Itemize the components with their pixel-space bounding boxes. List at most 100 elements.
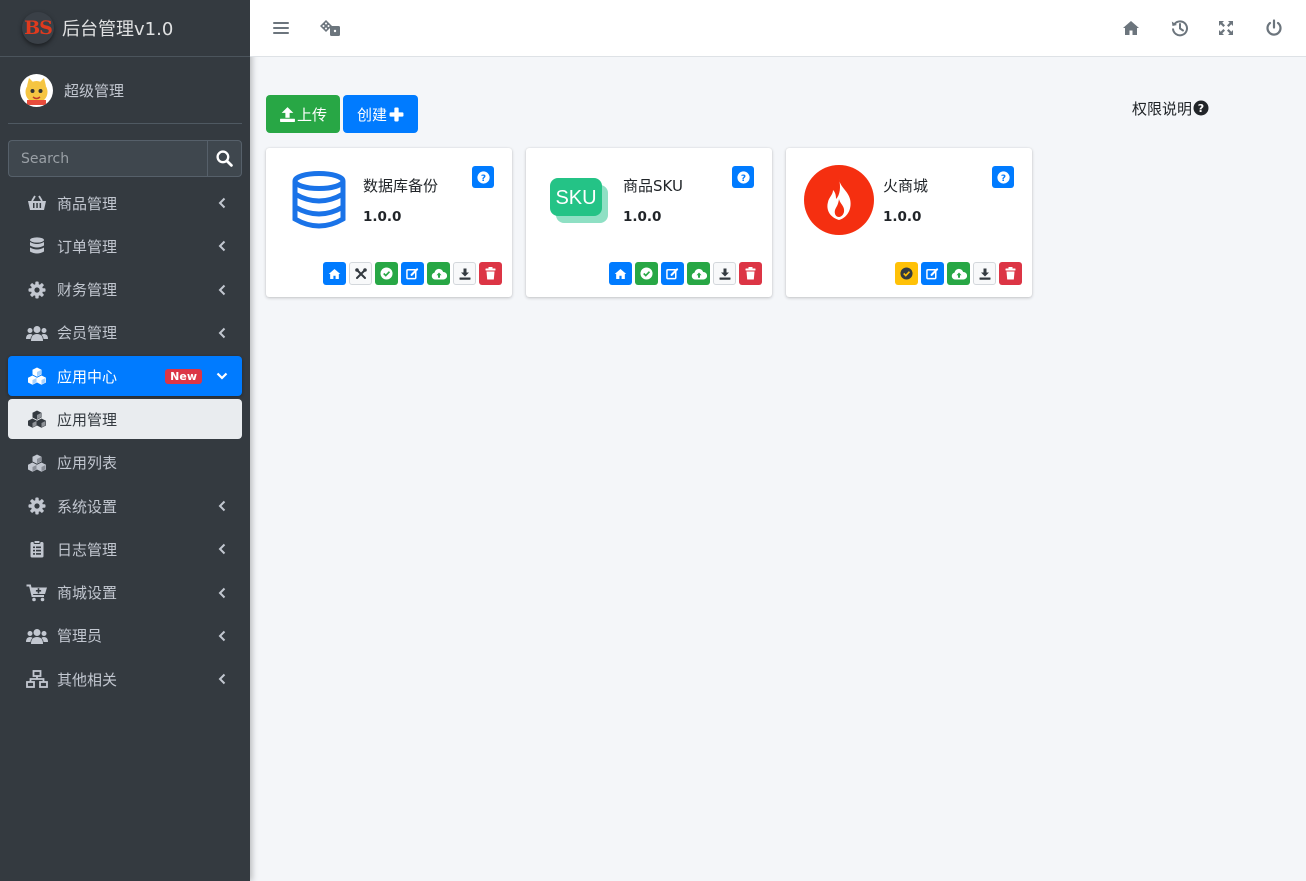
app-home-button[interactable] [323,262,346,285]
tools-icon [354,267,367,279]
upload-icon [280,106,295,122]
app-tools-button[interactable] [349,262,372,285]
create-button[interactable]: 创建 [343,95,418,133]
sidebar-item-finance[interactable]: 财务管理 [8,270,242,310]
sidebar-item-label: 订单管理 [57,237,118,256]
home-icon [614,268,627,279]
sidebar-item-others[interactable]: 其他相关 [8,659,242,699]
app-delete-button[interactable] [739,262,762,285]
svg-text:?: ? [480,173,485,183]
sidebar-item-goods[interactable]: 商品管理 [8,183,242,223]
sidebar-nav: 商品管理 订单管理 财务管理 会员管理 应用中心 New 应用管理 应用列表 系… [0,183,250,699]
sidebar-item-system-settings[interactable]: 系统设置 [8,486,242,526]
app-actions [895,262,1022,285]
chevron-left-icon [216,543,228,555]
app-home-button[interactable] [609,262,632,285]
user-panel[interactable]: 超级管理 [8,57,242,124]
edit-icon [666,268,679,280]
sidebar-item-members[interactable]: 会员管理 [8,313,242,353]
brand-title: 后台管理v1.0 [62,19,174,40]
chevron-left-icon [216,284,228,296]
download-icon [459,268,470,280]
app-actions [609,262,762,285]
app-enable-button[interactable] [375,262,398,285]
app-help-button[interactable]: ? [472,166,494,188]
top-navbar [250,0,1306,57]
app-upload-button[interactable] [687,262,710,285]
app-download-button[interactable] [453,262,476,285]
cart-plus-icon [26,583,48,603]
logout-button[interactable] [1263,17,1285,39]
chevron-left-icon [216,240,228,252]
upload-label: 上传 [296,105,327,124]
app-enable-button[interactable] [635,262,658,285]
app-edit-button[interactable] [661,262,684,285]
history-button[interactable] [1169,17,1191,39]
permission-help-link[interactable]: 权限说明 ? [1132,97,1209,119]
question-circle-icon: ? [476,170,490,183]
home-icon [328,268,341,279]
app-delete-button[interactable] [999,262,1022,285]
download-icon [719,268,730,280]
app-title: 火商城 [883,177,929,195]
database-icon [26,236,48,256]
permission-label: 权限说明 [1132,99,1193,118]
search-input[interactable] [8,140,207,177]
sidebar-item-orders[interactable]: 订单管理 [8,226,242,266]
upload-button[interactable]: 上传 [266,95,340,133]
dice-button[interactable] [319,17,341,39]
sidebar-item-shop-settings[interactable]: 商城设置 [8,573,242,613]
plus-icon [389,107,404,121]
sidebar-search [8,140,242,177]
cubes-icon [26,409,48,429]
app-download-button[interactable] [973,262,996,285]
chevron-left-icon [216,500,228,512]
sidebar-item-app-list[interactable]: 应用列表 [8,443,242,483]
sidebar-item-label: 应用中心 [57,367,118,386]
sidebar-item-app-manage[interactable]: 应用管理 [8,399,242,440]
sidebar-item-label: 系统设置 [57,497,118,516]
app-delete-button[interactable] [479,262,502,285]
sidebar-item-label: 商品管理 [57,194,118,213]
sku-logo-text: SKU [555,187,596,209]
app-version: 1.0.0 [363,209,402,225]
sidebar-item-label: 应用管理 [57,410,118,429]
main-content: 上传 创建 权限说明 ? 数据库备份 1.0.0 ? SKU 商品SKU 1.0… [250,57,1306,881]
app-download-button[interactable] [713,262,736,285]
sidebar-item-label: 财务管理 [57,281,118,300]
history-icon [1171,20,1188,37]
cloud-upload-icon [691,268,707,279]
gear-icon [26,496,48,516]
trash-icon [485,267,496,280]
brand-link[interactable]: BS 后台管理v1.0 [0,0,250,57]
sidebar-item-label: 其他相关 [57,670,118,689]
app-upload-button[interactable] [427,262,450,285]
menu-toggle-button[interactable] [270,17,292,39]
app-help-button[interactable]: ? [992,166,1014,188]
app-upload-button[interactable] [947,262,970,285]
app-help-button[interactable]: ? [732,166,754,188]
search-button[interactable] [207,140,242,177]
sidebar-item-app-center[interactable]: 应用中心 New [8,356,242,397]
sidebar-item-admins[interactable]: 管理员 [8,616,242,656]
fire-logo [804,165,874,235]
chevron-left-icon [216,197,228,209]
fullscreen-button[interactable] [1215,17,1237,39]
create-label: 创建 [356,105,387,124]
question-circle-icon: ? [1193,100,1209,116]
avatar [20,73,53,107]
app-version: 1.0.0 [883,209,922,225]
cubes-icon [26,366,48,386]
users-icon [26,323,48,343]
brand-logo: BS [22,12,54,44]
app-card: 数据库备份 1.0.0 ? [266,148,512,297]
app-disable-button[interactable] [895,262,918,285]
cloud-upload-icon [431,268,447,279]
user-name: 超级管理 [64,81,125,100]
app-edit-button[interactable] [401,262,424,285]
sidebar-item-logs[interactable]: 日志管理 [8,529,242,569]
edit-icon [406,268,419,280]
app-edit-button[interactable] [921,262,944,285]
app-title: 数据库备份 [363,177,439,195]
home-button[interactable] [1120,17,1142,39]
